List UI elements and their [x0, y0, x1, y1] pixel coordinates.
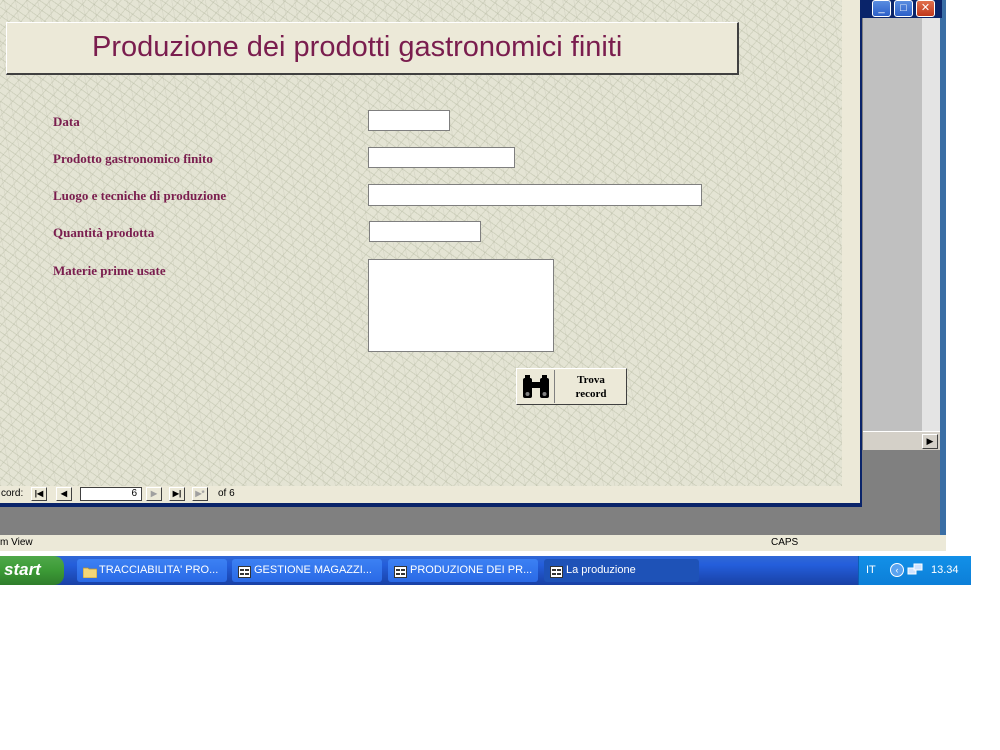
previous-record-icon[interactable]: ◀ [56, 487, 72, 501]
start-button[interactable]: start [0, 556, 64, 585]
access-form-icon [550, 564, 563, 578]
scroll-right-arrow-icon[interactable]: ▶ [922, 434, 938, 449]
quantita-input[interactable] [369, 221, 481, 242]
close-button[interactable]: ✕ [916, 0, 935, 17]
background-window: ▶ [862, 18, 940, 450]
label-prodotto: Prodotto gastronomico finito [53, 151, 213, 166]
network-icon[interactable] [907, 563, 923, 577]
taskbar-item-produzione[interactable]: PRODUZIONE DEI PR... [388, 559, 538, 582]
language-indicator[interactable]: IT [866, 564, 876, 576]
maximize-button[interactable]: □ [894, 0, 913, 17]
form-title: Produzione dei prodotti gastronomici fin… [92, 31, 623, 63]
taskbar-item-tracciabilita[interactable]: TRACCIABILITA' PRO... [77, 559, 227, 582]
folder-icon [82, 564, 98, 579]
app-window-frame [940, 0, 946, 550]
status-view-text: m View [0, 537, 33, 548]
form-body: Produzione dei prodotti gastronomici fin… [0, 0, 842, 486]
caps-indicator: CAPS [771, 537, 799, 548]
label-materie: Materie prime usate [53, 263, 166, 278]
materie-textarea[interactable] [368, 259, 554, 352]
windows-taskbar: start TRACCIABILITA' PRO... GESTIONE MAG… [0, 556, 971, 585]
luogo-input[interactable] [368, 184, 702, 206]
horizontal-scrollbar[interactable]: ▶ [863, 431, 940, 450]
status-bar: m View CAPS [0, 535, 946, 551]
next-record-icon[interactable]: ▶ [146, 487, 162, 501]
show-hidden-icons-icon[interactable]: ‹ [890, 563, 904, 577]
new-record-icon[interactable]: ▶* [192, 487, 208, 501]
record-label: cord: [1, 488, 24, 499]
system-tray: IT ‹ 13.34 [858, 556, 971, 585]
record-number-input[interactable]: 6 [80, 487, 142, 501]
taskbar-item-la-produzione[interactable]: La produzione [544, 559, 699, 582]
vertical-scrollbar[interactable] [922, 18, 940, 432]
form-window: Produzione dei prodotti gastronomici fin… [0, 0, 862, 507]
data-input[interactable] [368, 110, 450, 131]
record-navigation-bar: cord: |◀ ◀ 6 ▶ ▶| ▶* of 6 [0, 486, 860, 503]
label-luogo: Luogo e tecniche di produzione [53, 188, 227, 203]
label-data: Data [53, 114, 80, 129]
clock[interactable]: 13.34 [931, 564, 959, 576]
last-record-icon[interactable]: ▶| [169, 487, 185, 501]
access-form-icon [394, 564, 407, 578]
taskbar-item-gestione[interactable]: GESTIONE MAGAZZI... [232, 559, 382, 582]
minimize-button[interactable]: _ [872, 0, 891, 17]
form-header: Produzione dei prodotti gastronomici fin… [6, 22, 739, 75]
label-quantita: Quantità prodotta [53, 225, 155, 240]
record-count: of 6 [218, 488, 235, 499]
form-vertical-scrollbar[interactable] [842, 0, 860, 486]
access-form-icon [238, 564, 251, 578]
binoculars-icon [518, 370, 555, 403]
prodotto-input[interactable] [368, 147, 515, 168]
first-record-icon[interactable]: |◀ [31, 487, 47, 501]
window-titlebar: _ □ ✕ [862, 0, 942, 18]
find-record-label: Trova record [575, 374, 607, 400]
find-record-button[interactable]: Trova record [516, 368, 627, 405]
